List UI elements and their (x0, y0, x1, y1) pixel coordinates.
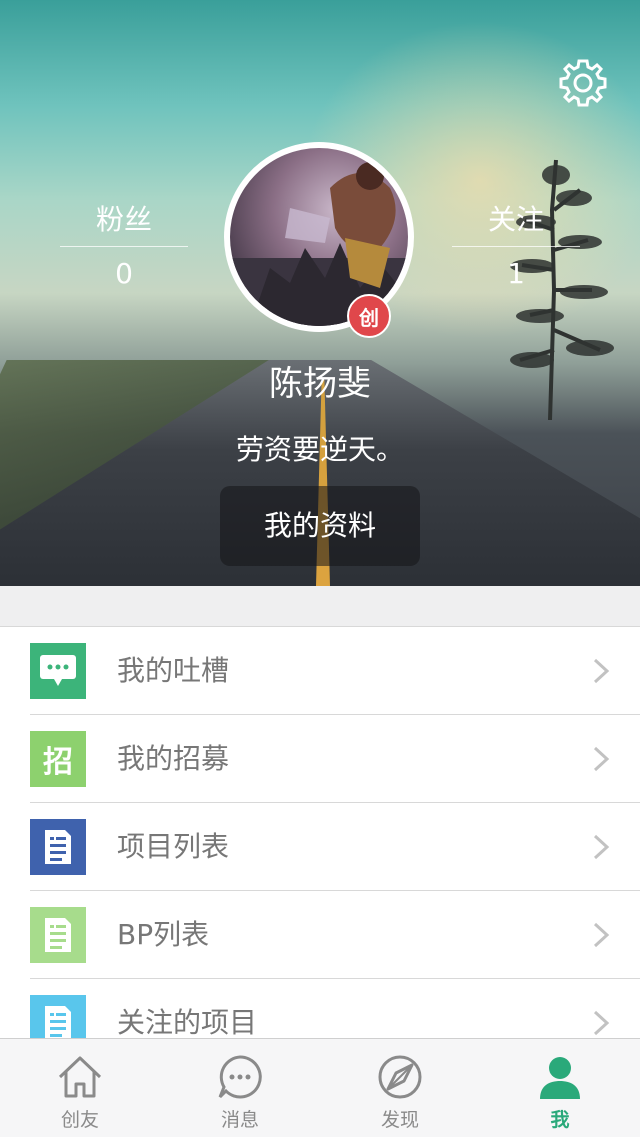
menu-item-my-recruits[interactable]: 招 我的招募 (0, 715, 640, 803)
my-profile-button[interactable]: 我的资料 (220, 486, 420, 566)
follows-stat[interactable]: 关注 1 (452, 200, 580, 293)
gear-icon (559, 59, 607, 107)
tab-bar: 创友 消息 发现 我 (0, 1038, 640, 1137)
user-name: 陈扬斐 (269, 364, 371, 404)
menu-item-bp-list[interactable]: BP列表 (0, 891, 640, 979)
tab-label: 消息 (220, 1109, 259, 1131)
home-icon (58, 1056, 102, 1098)
menu-item-my-rants[interactable]: 我的吐槽 (0, 627, 640, 715)
compass-icon (378, 1055, 422, 1099)
tab-discover[interactable]: 发现 (320, 1039, 480, 1137)
tab-label: 发现 (380, 1109, 419, 1131)
follows-label: 关注 (487, 203, 544, 236)
chevron-right-icon (593, 658, 610, 684)
tab-me[interactable]: 我 (480, 1039, 640, 1137)
message-icon (218, 1055, 262, 1099)
fans-divider (60, 246, 188, 247)
settings-button[interactable] (556, 56, 610, 110)
chevron-right-icon (593, 922, 610, 948)
follows-divider (452, 246, 580, 247)
document-icon (30, 819, 86, 875)
person-icon (540, 1057, 580, 1099)
follows-count: 1 (507, 257, 525, 290)
chevron-right-icon (593, 834, 610, 860)
menu-item-label: BP列表 (117, 918, 210, 951)
fans-label: 粉丝 (95, 203, 152, 236)
tab-label: 创友 (60, 1109, 99, 1131)
founder-badge: 创 (347, 294, 391, 338)
menu-item-label: 我的吐槽 (117, 654, 230, 687)
chevron-right-icon (593, 746, 610, 772)
menu-list: 我的吐槽 招 我的招募 项目列表 BP列表 关注的项目 (0, 626, 640, 1067)
chevron-right-icon (593, 1010, 610, 1036)
tab-label: 我 (550, 1109, 570, 1131)
menu-item-label: 我的招募 (117, 742, 230, 775)
user-motto: 劳资要逆天。 (235, 433, 404, 466)
tab-friends[interactable]: 创友 (0, 1039, 160, 1137)
recruit-icon: 招 (30, 731, 86, 787)
chat-bubble-icon (30, 643, 86, 699)
menu-item-project-list[interactable]: 项目列表 (0, 803, 640, 891)
fans-stat[interactable]: 粉丝 0 (60, 200, 188, 293)
tab-messages[interactable]: 消息 (160, 1039, 320, 1137)
document-icon (30, 907, 86, 963)
fans-count: 0 (115, 257, 133, 290)
profile-header: 粉丝 0 关注 1 创 陈扬斐 劳资要逆天。 我的资料 (0, 0, 640, 586)
menu-item-label: 项目列表 (117, 830, 230, 863)
